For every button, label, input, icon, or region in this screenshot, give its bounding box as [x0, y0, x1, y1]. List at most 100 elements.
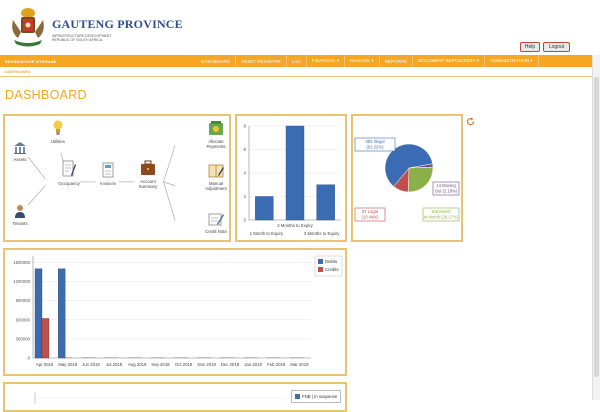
help-button[interactable]: Help — [520, 42, 540, 52]
document-pen-icon — [62, 160, 76, 178]
x-tick-label: 1 Month to Expiry — [250, 231, 284, 236]
flow-label-account-summary-2: Summary — [133, 184, 163, 189]
pie-label-text: (10.44%) — [362, 215, 380, 220]
debits-credits-chart-panel: 0 300000 600000 900000 1200000 1500000 Apr 201… — [3, 248, 347, 376]
legend-label: Credits — [325, 267, 339, 272]
flow-node-manual-adjustment[interactable]: Manual Adjustment — [199, 164, 233, 191]
y-tick-label: 4 — [243, 171, 246, 176]
pie-label-text: (61.22%) — [367, 145, 385, 150]
legend-swatch — [318, 267, 323, 272]
page-scrollbar[interactable] — [592, 55, 600, 400]
breadcrumb-current: DASHBOARD — [5, 69, 30, 74]
lease-expiry-chart-panel: 0 2 4 6 8 1 Month to Expiry 2 Months to Expiry… — [235, 114, 347, 242]
person-icon — [14, 204, 26, 218]
legend-swatch — [318, 259, 323, 264]
suspense-chart-panel: FNB | In suspense — [3, 382, 347, 412]
y-tick-label: 1500000 — [13, 260, 30, 265]
flow-node-allocate-payments[interactable]: Allocate Payments — [201, 120, 231, 149]
flow-label-invoices: Invoices — [95, 181, 121, 186]
y-tick-label: 300000 — [16, 336, 31, 341]
bar-debits-2 — [58, 269, 65, 358]
pie-slice-3 — [408, 167, 433, 192]
pie-label-1: 393 Illegal(61.22%) — [355, 138, 395, 151]
flow-label-tenants: Tenants — [7, 221, 33, 226]
x-tick-label: 3 Months to Expiry — [304, 231, 340, 236]
brand-title: GAUTENG PROVINCE — [52, 17, 183, 32]
flow-label-credit-note: Credit Note — [201, 229, 231, 234]
flow-node-occupancy[interactable]: Occupancy — [55, 160, 83, 186]
lightbulb-icon — [53, 120, 63, 136]
flow-node-tenants[interactable]: Tenants — [7, 204, 33, 226]
flow-label-manual-2: Adjustment — [199, 186, 233, 191]
nav-document-repository[interactable]: DOCUMENT REPOSITORY ▾ — [413, 55, 485, 67]
flow-label-allocate-2: Payments — [201, 144, 231, 149]
nav-dashboard[interactable]: DASHBOARD — [196, 55, 236, 67]
x-tick-label: Nov 2018 — [198, 362, 217, 367]
occupancy-status-pie-chart: 393 Illegal(61.22%)14 MovingOut (2.18%)1… — [353, 116, 461, 240]
current-user: SEHABATUOE NTSHANE — [5, 59, 57, 64]
lease-expiry-chart: 0 2 4 6 8 1 Month to Expiry 2 Months to Expiry… — [237, 116, 345, 240]
flow-node-invoices[interactable]: Invoices — [95, 162, 121, 186]
x-tick-label: May 2018 — [58, 362, 77, 367]
x-tick-label: 2 Months to Expiry — [277, 223, 313, 228]
pie-label-text: 14 Moving — [436, 183, 456, 188]
page-title: DASHBOARD — [5, 88, 87, 102]
nav-reports[interactable]: REPORTS — [380, 55, 413, 67]
legend-label: Debits — [325, 259, 337, 264]
flow-label-occupancy: Occupancy — [55, 181, 83, 186]
y-tick-label: 2 — [243, 194, 246, 199]
x-tick-label: Jun 2018 — [82, 362, 100, 367]
x-tick-label: Dec 2018 — [221, 362, 240, 367]
building-icon — [13, 142, 27, 154]
y-tick-label: 900000 — [16, 298, 31, 303]
bar-credits-1 — [42, 318, 49, 358]
note-pencil-icon — [208, 212, 224, 226]
scrollbar-thumb[interactable] — [594, 77, 599, 377]
x-tick-label: Jan 2019 — [244, 362, 262, 367]
refresh-button[interactable] — [466, 113, 475, 122]
pie-label-text: to Month (26.17%) — [424, 215, 459, 220]
bar-debits-1 — [35, 269, 42, 358]
nav-asset-register[interactable]: ASSET REGISTER — [236, 55, 287, 67]
bar-2 — [286, 126, 304, 220]
x-tick-label: Oct 2018 — [175, 362, 193, 367]
logout-button[interactable]: Logout — [543, 42, 570, 52]
pie-label-4: 67 Legal(10.44%) — [355, 208, 385, 221]
flow-node-assets[interactable]: Assets — [7, 142, 33, 162]
nav-lac[interactable]: LAC — [287, 55, 307, 67]
x-tick-label: Apr 2018 — [36, 362, 54, 367]
y-tick-label: 0 — [28, 356, 31, 361]
flow-node-account-summary[interactable]: Account Summary — [133, 160, 163, 189]
suspense-chart-axes — [5, 384, 345, 404]
occupancy-status-pie-panel: 393 Illegal(61.22%)14 MovingOut (2.18%)1… — [351, 114, 463, 242]
nav-manage[interactable]: MANAGE ▾ — [345, 55, 380, 67]
pie-label-text: 67 Legal — [362, 209, 378, 214]
x-tick-label: Sep 2018 — [151, 362, 170, 367]
x-tick-label: Feb 2019 — [267, 362, 286, 367]
debits-credits-chart: 0 300000 600000 900000 1200000 1500000 Apr 201… — [5, 250, 345, 374]
flow-node-credit-note[interactable]: Credit Note — [201, 212, 231, 234]
header: GAUTENG PROVINCE INFRASTRUCTURE DEVELOPM… — [0, 0, 600, 54]
y-tick-label: 1200000 — [13, 279, 30, 284]
briefcase-icon — [140, 160, 156, 176]
flow-label-utilities: Utilities — [45, 139, 71, 144]
flow-label-assets: Assets — [7, 157, 33, 162]
breadcrumb: DASHBOARD — [0, 67, 600, 77]
x-tick-label: Jul 2018 — [106, 362, 123, 367]
nav-financial[interactable]: FINANCIAL ▾ — [307, 55, 345, 67]
nav-administration[interactable]: ADMINISTRATION ▾ — [485, 55, 539, 67]
y-tick-label: 600000 — [16, 317, 31, 322]
y-tick-label: 6 — [243, 147, 246, 152]
pie-label-text: 393 Illegal — [365, 139, 384, 144]
bar-3 — [317, 185, 335, 220]
pie-label-text: 168 Month — [431, 209, 451, 214]
brand: GAUTENG PROVINCE INFRASTRUCTURE DEVELOPM… — [52, 17, 183, 42]
flow-node-utilities[interactable]: Utilities — [45, 120, 71, 144]
money-stack-icon — [208, 120, 224, 136]
y-tick-label: 0 — [243, 218, 246, 223]
refresh-icon — [466, 117, 475, 126]
pie-label-2: 14 MovingOut (2.18%) — [433, 182, 459, 195]
y-tick-label: 8 — [243, 124, 246, 129]
invoice-icon — [101, 162, 115, 178]
x-tick-label: Mar 2019 — [290, 362, 309, 367]
